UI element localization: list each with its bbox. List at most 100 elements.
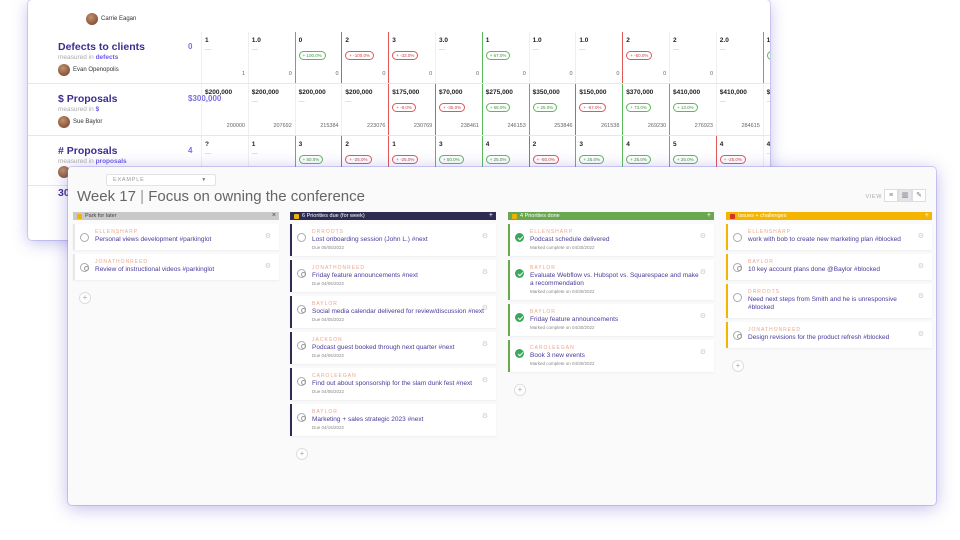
gear-icon[interactable]: ⚙: [700, 268, 706, 276]
week-cell[interactable]: 1 — 1: [201, 32, 249, 83]
column-header[interactable]: 6 Priorities due (for week) +: [290, 212, 496, 220]
week-cell[interactable]: 3 + -33.0% 0: [388, 32, 436, 83]
edit-view-button[interactable]: ✎: [912, 189, 926, 202]
team-select[interactable]: EXAMPLE ▼: [106, 174, 216, 186]
week-cell[interactable]: 1 + 67.0% 0: [481, 32, 530, 83]
week-cell[interactable]: 3.0 — 0: [435, 32, 483, 83]
gear-icon[interactable]: ⚙: [265, 232, 271, 240]
card-title[interactable]: 10 key account plans done @Baylor #block…: [748, 266, 922, 274]
priority-card[interactable]: DRROOTS Need next steps from Smith and he…: [726, 284, 932, 318]
week-cell[interactable]: 2 + -100.0% 0: [341, 32, 389, 83]
week-cell[interactable]: $410,000 — 284615: [715, 84, 764, 135]
scorecard-row[interactable]: Defects to clients measured in defects Eva…: [28, 32, 770, 84]
week-cell[interactable]: $410,000 + 13.0% 276923: [669, 84, 717, 135]
gear-icon[interactable]: ⚙: [918, 330, 924, 338]
gear-icon[interactable]: ⚙: [918, 292, 924, 300]
week-cell[interactable]: $200,000 — 215384: [294, 84, 343, 135]
add-card-button[interactable]: +: [514, 384, 526, 396]
checkbox-icon[interactable]: [733, 293, 742, 302]
card-title[interactable]: Personal views development #parkinglot: [95, 236, 269, 244]
user-icon[interactable]: [297, 413, 306, 422]
week-cell[interactable]: $70,000 + -35.0% 238461: [435, 84, 483, 135]
gear-icon[interactable]: ⚙: [482, 376, 488, 384]
card-title[interactable]: Book 3 new events: [530, 352, 704, 360]
week-cell[interactable]: 2.0 —: [715, 32, 764, 83]
metric-title[interactable]: # Proposals: [58, 145, 184, 157]
card-title[interactable]: Evaluate Webflow vs. Hubspot vs. Squares…: [530, 272, 704, 288]
week-cell[interactable]: $275,000 + 68.0% 246153: [481, 84, 530, 135]
card-title[interactable]: Marketing + sales strategic 2023 #next: [312, 416, 486, 424]
week-cell[interactable]: $370,000 + 73.0% 269230: [622, 84, 670, 135]
gear-icon[interactable]: ⚙: [482, 268, 488, 276]
add-card-button[interactable]: +: [296, 448, 308, 460]
user-icon[interactable]: [297, 269, 306, 278]
column-header[interactable]: Issues + challenges +: [726, 212, 932, 220]
week-cell[interactable]: $200,000 — 207692: [247, 84, 296, 135]
metric-title[interactable]: Defects to clients: [58, 41, 184, 53]
gear-icon[interactable]: ⚙: [482, 340, 488, 348]
metric-title[interactable]: $ Proposals: [58, 93, 184, 105]
gear-icon[interactable]: ⚙: [482, 304, 488, 312]
week-cell[interactable]: 1.0 — 0: [528, 32, 577, 83]
board-view-button[interactable]: ▥: [898, 189, 912, 202]
priority-card[interactable]: BAYLOR Friday feature announcements Marked…: [508, 304, 714, 336]
gear-icon[interactable]: ⚙: [700, 312, 706, 320]
gear-icon[interactable]: ⚙: [700, 348, 706, 356]
card-title[interactable]: Friday feature announcements: [530, 316, 704, 324]
checkbox-icon[interactable]: [297, 233, 306, 242]
add-icon[interactable]: +: [707, 212, 711, 220]
card-title[interactable]: Review of instructional videos #parkingl…: [95, 266, 269, 274]
user-icon[interactable]: [297, 377, 306, 386]
add-icon[interactable]: +: [925, 212, 929, 220]
week-cell[interactable]: $410 —: [762, 84, 770, 135]
gear-icon[interactable]: ⚙: [700, 232, 706, 240]
week-cell[interactable]: 1.0 — 0: [247, 32, 296, 83]
priority-card[interactable]: JONATHONREED Review of instructional vide…: [73, 254, 279, 280]
week-cell[interactable]: 1 + 50: [762, 32, 770, 83]
week-cell[interactable]: $175,000 + -8.0% 230769: [388, 84, 436, 135]
priority-card[interactable]: BAYLOR Social media calendar delivered fo…: [290, 296, 496, 328]
priority-card[interactable]: BAYLOR Evaluate Webflow vs. Hubspot vs. S…: [508, 260, 714, 300]
priority-card[interactable]: JONATHONREED Design revisions for the pro…: [726, 322, 932, 348]
check-icon[interactable]: [515, 313, 524, 322]
add-card-button[interactable]: +: [79, 292, 91, 304]
checkbox-icon[interactable]: [80, 233, 89, 242]
card-title[interactable]: work with bob to create new marketing pl…: [748, 236, 922, 244]
column-header[interactable]: Park for later ×: [73, 212, 279, 220]
priority-card[interactable]: CAROLEEGAN Book 3 new events Marked comple…: [508, 340, 714, 372]
priority-card[interactable]: ELLENSHARP Podcast schedule delivered Mark…: [508, 224, 714, 256]
user-icon[interactable]: [297, 341, 306, 350]
user-icon[interactable]: [80, 263, 89, 272]
week-cell[interactable]: 1.0 — 0: [575, 32, 623, 83]
check-icon[interactable]: [515, 233, 524, 242]
card-title[interactable]: Design revisions for the product refresh…: [748, 334, 922, 342]
user-icon[interactable]: [297, 305, 306, 314]
gear-icon[interactable]: ⚙: [918, 262, 924, 270]
user-icon[interactable]: [733, 263, 742, 272]
priority-card[interactable]: DRROOTS Lost onboarding session (John L.)…: [290, 224, 496, 256]
week-cell[interactable]: $200,000 — 223076: [341, 84, 389, 135]
priority-card[interactable]: BAYLOR 10 key account plans done @Baylor …: [726, 254, 932, 280]
priority-card[interactable]: BAYLOR Marketing + sales strategic 2023 #…: [290, 404, 496, 436]
close-icon[interactable]: ×: [272, 212, 276, 220]
user-icon[interactable]: [733, 331, 742, 340]
check-icon[interactable]: [515, 349, 524, 358]
week-cell[interactable]: 2 — 0: [669, 32, 717, 83]
gear-icon[interactable]: ⚙: [482, 412, 488, 420]
week-cell[interactable]: $350,000 + 25.0% 253846: [528, 84, 577, 135]
checkbox-icon[interactable]: [733, 233, 742, 242]
priority-card[interactable]: ELLENSHARP Personal views development #pa…: [73, 224, 279, 250]
scorecard-row[interactable]: $ Proposals measured in $ Sue Baylor $300,0…: [28, 84, 770, 136]
card-title[interactable]: Need next steps from Smith and he is unr…: [748, 296, 922, 312]
card-title[interactable]: Social media calendar delivered for revi…: [312, 308, 486, 316]
priority-card[interactable]: JACKSON Podcast guest booked through next…: [290, 332, 496, 364]
week-cell[interactable]: $150,000 + -67.0% 261538: [575, 84, 623, 135]
week-cell[interactable]: 0 + 100.0% 0: [294, 32, 343, 83]
check-icon[interactable]: [515, 269, 524, 278]
column-header[interactable]: 4 Priorities done +: [508, 212, 714, 220]
card-title[interactable]: Lost onboarding session (John L.) #next: [312, 236, 486, 244]
priority-card[interactable]: ELLENSHARP work with bob to create new ma…: [726, 224, 932, 250]
card-title[interactable]: Podcast guest booked through next quarte…: [312, 344, 486, 352]
add-card-button[interactable]: +: [732, 360, 744, 372]
gear-icon[interactable]: ⚙: [918, 232, 924, 240]
